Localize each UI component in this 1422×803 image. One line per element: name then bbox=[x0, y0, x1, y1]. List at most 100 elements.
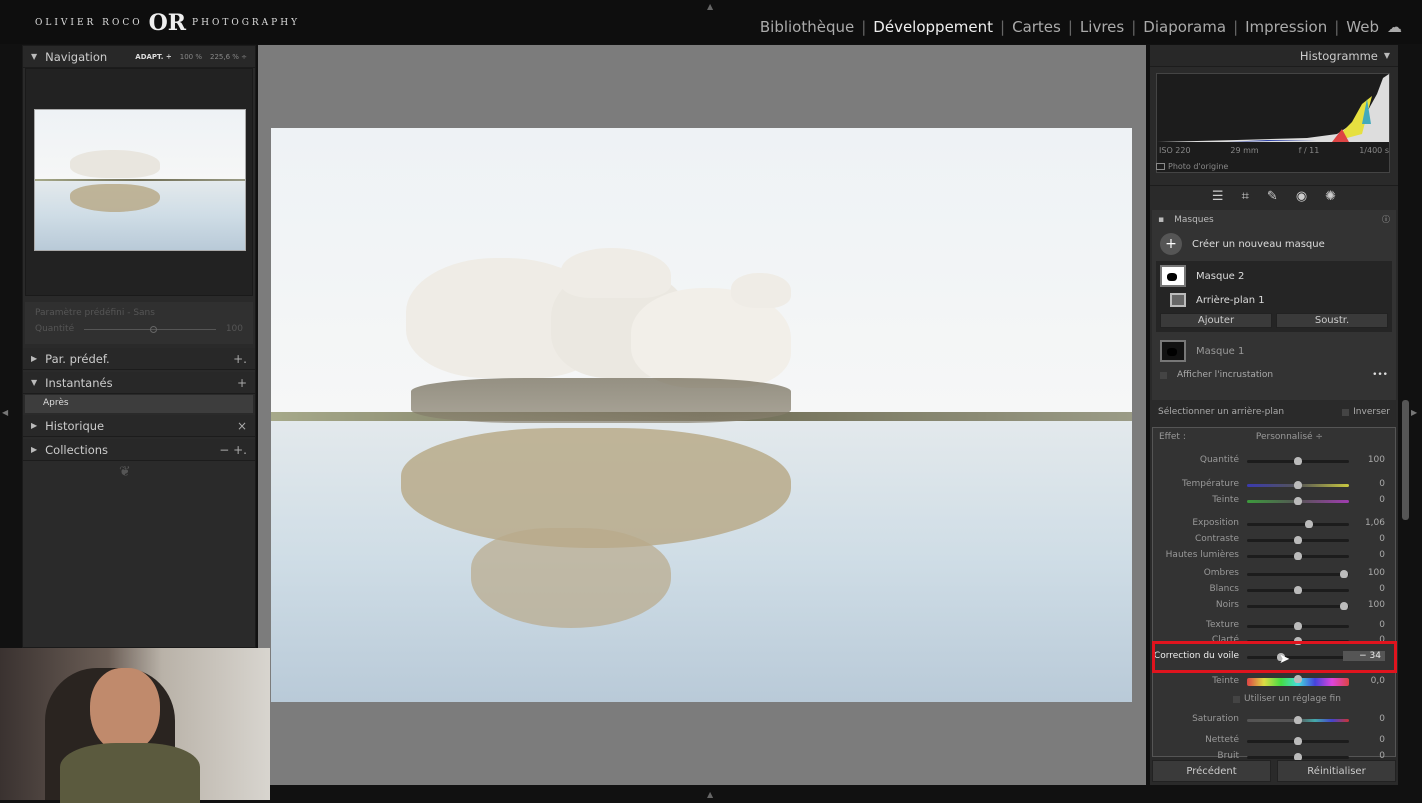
create-mask-button[interactable]: + Créer un nouveau masque bbox=[1152, 229, 1396, 259]
histogram-header[interactable]: Histogramme ▼ bbox=[1150, 45, 1398, 67]
slider-netteté[interactable]: Netteté 0 bbox=[1151, 734, 1399, 748]
module-impression[interactable]: Impression bbox=[1245, 18, 1327, 36]
right-panel-toggle-icon[interactable]: ▶ bbox=[1411, 408, 1417, 417]
mask-2-group[interactable]: Masque 2 Arrière-plan 1 Ajouter Soustr. bbox=[1156, 261, 1392, 332]
slider-noirs[interactable]: Noirs 100 bbox=[1151, 599, 1399, 613]
mask-1-row[interactable]: Masque 1 bbox=[1152, 334, 1396, 368]
more-options-icon[interactable]: ••• bbox=[1372, 370, 1388, 380]
slider-track[interactable] bbox=[1247, 737, 1349, 745]
slider-saturation[interactable]: Saturation 0 bbox=[1151, 713, 1399, 727]
slider-thumb[interactable] bbox=[1294, 497, 1302, 505]
edit-sliders-icon[interactable]: ☰ bbox=[1212, 189, 1224, 204]
checkbox[interactable] bbox=[1156, 163, 1165, 170]
panel-header-3[interactable]: ▶ Collections − +. bbox=[23, 439, 255, 461]
slider-track[interactable] bbox=[1247, 753, 1349, 761]
slider-thumb[interactable] bbox=[1339, 570, 1348, 578]
slider-value[interactable]: 0 bbox=[1379, 735, 1385, 745]
panel-header-1[interactable]: ▼ Instantanés + bbox=[23, 372, 255, 394]
slider-value[interactable]: 0,0 bbox=[1371, 676, 1385, 686]
slider-température[interactable]: Température 0 bbox=[1151, 478, 1399, 492]
panel-header-2[interactable]: ▶ Historique × bbox=[23, 415, 255, 437]
slider-track[interactable] bbox=[1247, 622, 1349, 630]
slider-thumb[interactable] bbox=[1294, 622, 1302, 630]
slider-track[interactable] bbox=[1247, 520, 1349, 528]
slider-thumb[interactable] bbox=[1294, 737, 1302, 745]
slider-value[interactable]: 100 bbox=[1368, 600, 1385, 610]
mask-2-row[interactable]: Masque 2 bbox=[1160, 265, 1388, 287]
right-panel-scrollbar[interactable] bbox=[1402, 400, 1409, 520]
reset-button[interactable]: Réinitialiser bbox=[1277, 760, 1396, 782]
slider-track[interactable] bbox=[1247, 675, 1349, 686]
slider-thumb[interactable] bbox=[1294, 552, 1302, 560]
zoom-fit-option[interactable]: ADAPT. ÷ bbox=[135, 53, 171, 61]
panel-header-0[interactable]: ▶ Par. prédef. +. bbox=[23, 348, 255, 370]
slider-track[interactable] bbox=[1247, 602, 1349, 610]
slider-hautes-lumières[interactable]: Hautes lumières 0 bbox=[1151, 549, 1399, 563]
snapshot-item[interactable]: Après bbox=[25, 395, 253, 413]
slider-value[interactable]: 0 bbox=[1379, 584, 1385, 594]
zoom-100-option[interactable]: 100 % bbox=[180, 53, 202, 61]
info-icon[interactable]: ⓘ bbox=[1382, 214, 1390, 225]
previous-button[interactable]: Précédent bbox=[1152, 760, 1271, 782]
slider-track[interactable] bbox=[1247, 497, 1349, 505]
module-bibliothèque[interactable]: Bibliothèque bbox=[760, 18, 854, 36]
slider-thumb[interactable] bbox=[1305, 520, 1314, 528]
effect-preset-dropdown[interactable]: Personnalisé ÷ bbox=[1256, 432, 1323, 442]
slider-thumb[interactable] bbox=[149, 325, 157, 333]
checkbox[interactable] bbox=[1233, 695, 1240, 703]
module-diaporama[interactable]: Diaporama bbox=[1143, 18, 1226, 36]
navigation-header[interactable]: ▼ Navigation ADAPT. ÷ 100 % 225,6 % ÷ bbox=[23, 46, 255, 68]
left-panel-toggle-icon[interactable]: ◀ bbox=[2, 408, 8, 417]
zoom-custom-option[interactable]: 225,6 % ÷ bbox=[210, 53, 247, 61]
slider-thumb[interactable] bbox=[1294, 586, 1302, 594]
panel-action-icon[interactable]: × bbox=[237, 419, 247, 433]
module-cartes[interactable]: Cartes bbox=[1012, 18, 1061, 36]
background-component-row[interactable]: Arrière-plan 1 bbox=[1170, 293, 1388, 307]
checkbox[interactable] bbox=[1160, 371, 1167, 379]
original-photo-toggle[interactable]: Photo d'origine bbox=[1156, 162, 1228, 171]
slider-track[interactable] bbox=[1247, 552, 1349, 560]
slider-track[interactable] bbox=[1247, 716, 1349, 724]
panel-action-icon[interactable]: +. bbox=[233, 352, 247, 366]
panel-action-icon[interactable]: + bbox=[237, 376, 247, 390]
slider-thumb[interactable] bbox=[1294, 457, 1302, 465]
slider-thumb[interactable] bbox=[1294, 716, 1302, 724]
module-développement[interactable]: Développement bbox=[873, 18, 993, 36]
show-overlay-toggle[interactable]: Afficher l'incrustation ••• bbox=[1152, 368, 1396, 382]
slider-teinte[interactable]: Teinte 0,0 bbox=[1151, 675, 1399, 689]
slider-blancs[interactable]: Blancs 0 bbox=[1151, 583, 1399, 597]
navigator-preview[interactable] bbox=[25, 68, 253, 296]
slider-value[interactable]: 0 bbox=[1379, 620, 1385, 630]
healing-bandage-icon[interactable]: ✎ bbox=[1267, 189, 1278, 204]
slider-track[interactable] bbox=[1247, 570, 1349, 578]
fine-tune-toggle[interactable]: Utiliser un réglage fin bbox=[1233, 694, 1341, 704]
filmstrip-toggle-icon[interactable]: ▲ bbox=[707, 790, 713, 799]
masks-header[interactable]: ▪ Masques ⓘ bbox=[1152, 210, 1396, 229]
slider-contraste[interactable]: Contraste 0 bbox=[1151, 533, 1399, 547]
slider-value[interactable]: 0 bbox=[1379, 495, 1385, 505]
collapse-top-arrow-icon[interactable]: ▲ bbox=[707, 2, 713, 11]
red-eye-icon[interactable]: ◉ bbox=[1296, 189, 1307, 204]
slider-teinte[interactable]: Teinte 0 bbox=[1151, 494, 1399, 508]
preset-amount-slider[interactable] bbox=[84, 325, 216, 333]
masking-icon[interactable]: ✺ bbox=[1325, 189, 1336, 204]
slider-track[interactable] bbox=[1247, 457, 1349, 465]
module-livres[interactable]: Livres bbox=[1080, 18, 1124, 36]
slider-exposition[interactable]: Exposition 1,06 bbox=[1151, 517, 1399, 531]
slider-value[interactable]: 1,06 bbox=[1365, 518, 1385, 528]
crop-icon[interactable]: ⌗ bbox=[1242, 189, 1249, 204]
invert-checkbox[interactable] bbox=[1342, 408, 1350, 416]
slider-thumb[interactable] bbox=[1294, 481, 1302, 489]
slider-texture[interactable]: Texture 0 bbox=[1151, 619, 1399, 633]
slider-quantité[interactable]: Quantité 100 bbox=[1151, 454, 1399, 468]
slider-track[interactable] bbox=[1247, 536, 1349, 544]
slider-value[interactable]: 0 bbox=[1379, 550, 1385, 560]
slider-value[interactable]: 0 bbox=[1379, 714, 1385, 724]
slider-thumb[interactable] bbox=[1339, 602, 1348, 610]
navigator-thumbnail[interactable] bbox=[34, 109, 246, 251]
module-web[interactable]: Web bbox=[1346, 18, 1379, 36]
subtract-mask-button[interactable]: Soustr. bbox=[1276, 313, 1388, 328]
slider-thumb[interactable] bbox=[1294, 675, 1302, 683]
slider-track[interactable] bbox=[1247, 586, 1349, 594]
main-photo[interactable] bbox=[271, 128, 1132, 702]
